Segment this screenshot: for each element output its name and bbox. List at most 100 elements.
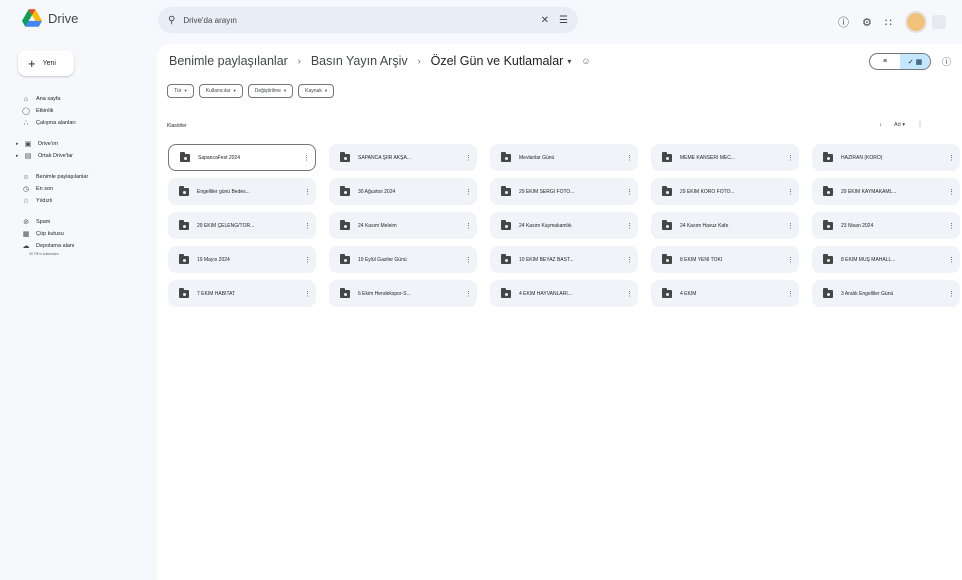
more-actions-icon[interactable]: ⋮ <box>465 256 472 264</box>
folder-item[interactable]: SAPANCA ŞİİR AKŞA... ⋮ <box>329 144 477 171</box>
folder-item[interactable]: 4 EKİM HAYVANLARI... ⋮ <box>490 280 638 307</box>
sort-direction-icon[interactable]: ↓ <box>879 122 882 128</box>
chevron-down-icon: ▾ <box>184 88 187 93</box>
dropdown-arrow-icon[interactable]: ▾ <box>567 57 571 66</box>
folder-item[interactable]: 6 Ekim Hendekspor-S... ⋮ <box>329 280 477 307</box>
sidebar-item-shared-with-me[interactable]: ☺ Benimle paylaşılanlar <box>22 171 88 183</box>
search-input[interactable]: Drive'da arayın <box>183 16 540 25</box>
new-button[interactable]: + Yeni <box>18 50 74 76</box>
more-options-icon[interactable]: ⋮ <box>917 121 923 128</box>
settings-icon[interactable]: ⚙ <box>862 16 872 29</box>
more-actions-icon[interactable]: ⋮ <box>787 154 794 162</box>
more-actions-icon[interactable]: ⋮ <box>304 222 311 230</box>
sidebar-item-storage[interactable]: ☁ Depolama alanı <box>22 240 75 252</box>
sidebar-item-label: Çöp kutusu <box>36 231 64 237</box>
breadcrumb-current[interactable]: Özel Gün ve Kutlamalar <box>431 54 564 68</box>
more-actions-icon[interactable]: ⋮ <box>948 256 955 264</box>
folder-item[interactable]: 29 EKİM KAYMAKAML... ⋮ <box>812 178 960 205</box>
more-actions-icon[interactable]: ⋮ <box>626 290 633 298</box>
folder-item[interactable]: 29 EKİM SERGİ FOTO... ⋮ <box>490 178 638 205</box>
more-actions-icon[interactable]: ⋮ <box>304 290 311 298</box>
more-actions-icon[interactable]: ⋮ <box>626 256 633 264</box>
shared-with-me-icon: ☺ <box>22 173 30 181</box>
shared-drives-icon: ▤ <box>24 153 32 160</box>
list-view-icon[interactable]: ≡ <box>870 54 900 69</box>
shared-folder-icon <box>179 185 189 196</box>
sidebar-item-trash[interactable]: ▦ Çöp kutusu <box>22 228 64 240</box>
more-actions-icon[interactable]: ⋮ <box>787 290 794 298</box>
more-actions-icon[interactable]: ⋮ <box>465 154 472 162</box>
more-actions-icon[interactable]: ⋮ <box>948 222 955 230</box>
expand-caret-icon[interactable]: ▸ <box>16 141 20 147</box>
more-actions-icon[interactable]: ⋮ <box>304 256 311 264</box>
folder-item[interactable]: 30 Ağustos 2024 ⋮ <box>329 178 477 205</box>
sidebar-item-recent[interactable]: ◷ En son <box>22 183 53 195</box>
more-actions-icon[interactable]: ⋮ <box>626 188 633 196</box>
search-options-icon[interactable]: ☰ <box>559 15 568 26</box>
folder-item[interactable]: 24 Kasım Havuz Kafe ⋮ <box>651 212 799 239</box>
folder-item[interactable]: 23 Nisan 2024 ⋮ <box>812 212 960 239</box>
more-actions-icon[interactable]: ⋮ <box>303 154 310 162</box>
sidebar-item-my-drive[interactable]: ▸ ▣ Drive'ım <box>16 138 58 150</box>
filter-type[interactable]: Tür ▾ <box>167 84 194 98</box>
folder-item[interactable]: 19 Mayıs 2024 ⋮ <box>168 246 316 273</box>
grid-view-icon[interactable]: ✓ ▦ <box>900 54 930 69</box>
more-actions-icon[interactable]: ⋮ <box>465 290 472 298</box>
search-bar[interactable]: ⚲ Drive'da arayın ✕ ☰ <box>158 7 578 33</box>
sidebar-item-starred[interactable]: ☆ Yıldızlı <box>22 195 53 207</box>
folder-item[interactable]: 24 Kasım Meleim ⋮ <box>329 212 477 239</box>
folder-item[interactable]: Mevlanlar Günü ⋮ <box>490 144 638 171</box>
avatar[interactable] <box>904 11 927 33</box>
shared-folder-icon <box>662 253 672 264</box>
more-actions-icon[interactable]: ⋮ <box>948 290 955 298</box>
folder-item[interactable]: 24 Kasım Kaymakamlık ⋮ <box>490 212 638 239</box>
drive-logo[interactable]: Drive <box>22 9 78 27</box>
folder-name: Engelliler günü Bedes... <box>197 188 250 195</box>
folder-item[interactable]: 3 Aralık Engelliler Günü ⋮ <box>812 280 960 307</box>
folder-item[interactable]: 29 EKİM ÇELENG/TÖR... ⋮ <box>168 212 316 239</box>
chevron-right-icon: › <box>297 56 301 66</box>
sidebar-item-workspaces[interactable]: ∴ Çalışma alanları <box>22 117 76 129</box>
folder-name: 29 EKİM KAYMAKAML... <box>841 188 897 195</box>
folder-item[interactable]: 29 EKİM KORO FOTO... ⋮ <box>651 178 799 205</box>
apps-icon[interactable]: ∷ <box>885 16 892 29</box>
filter-people[interactable]: Kullanıcılar ▾ <box>198 84 243 98</box>
folder-item[interactable]: 19 Eylül Gaziler Günü ⋮ <box>329 246 477 273</box>
folder-item[interactable]: HAZİRAN (KORO) ⋮ <box>812 144 960 171</box>
sidebar-item-activity[interactable]: ◯ Etkinlik <box>22 105 53 117</box>
sidebar-item-spam[interactable]: ⊘ Spam <box>22 216 50 228</box>
more-actions-icon[interactable]: ⋮ <box>787 188 794 196</box>
folder-item[interactable]: SapancaFest 2024 ⋮ <box>168 144 316 171</box>
sidebar-item-shared-drives[interactable]: ▸ ▤ Ortak Drive'lar <box>16 150 73 162</box>
more-actions-icon[interactable]: ⋮ <box>787 256 794 264</box>
more-actions-icon[interactable]: ⋮ <box>787 222 794 230</box>
folder-item[interactable]: MEME KANSERİ MEC... ⋮ <box>651 144 799 171</box>
sidebar-item-label: Drive'ım <box>38 141 58 147</box>
more-actions-icon[interactable]: ⋮ <box>626 154 633 162</box>
folder-item[interactable]: 7 EKİM HABİTAT ⋮ <box>168 280 316 307</box>
filter-source[interactable]: Kaynak ▾ <box>298 84 335 98</box>
folder-item[interactable]: 4 EKİM ⋮ <box>651 280 799 307</box>
more-actions-icon[interactable]: ⋮ <box>626 222 633 230</box>
more-actions-icon[interactable]: ⋮ <box>948 188 955 196</box>
expand-caret-icon[interactable]: ▸ <box>16 153 20 159</box>
folder-name: 19 Eylül Gaziler Günü <box>358 256 407 263</box>
filter-modified[interactable]: Değiştirilme ▾ <box>247 84 294 98</box>
folder-item[interactable]: 8 EKİM MUŞ MAHALL... ⋮ <box>812 246 960 273</box>
breadcrumb-item[interactable]: Benimle paylaşılanlar <box>169 54 288 68</box>
breadcrumb-item[interactable]: Basın Yayın Arşiv <box>311 54 408 68</box>
folder-item[interactable]: Engelliler günü Bedes... ⋮ <box>168 178 316 205</box>
more-actions-icon[interactable]: ⋮ <box>465 222 472 230</box>
help-icon[interactable]: ⓘ <box>838 14 849 30</box>
my-drive-icon: ▣ <box>24 141 32 148</box>
folder-item[interactable]: 8 EKİM YENİ TOKİ ⋮ <box>651 246 799 273</box>
info-icon[interactable]: ⓘ <box>942 55 951 68</box>
sidebar-item-home[interactable]: ⌂ Ana sayfa <box>22 93 61 105</box>
more-actions-icon[interactable]: ⋮ <box>304 188 311 196</box>
search-icon[interactable]: ⚲ <box>168 15 175 26</box>
more-actions-icon[interactable]: ⋮ <box>465 188 472 196</box>
folder-item[interactable]: 10 EKİM BEYAZ BAST... ⋮ <box>490 246 638 273</box>
sort-by-dropdown[interactable]: Ad ▾ <box>894 122 905 128</box>
clear-search-icon[interactable]: ✕ <box>541 15 549 26</box>
more-actions-icon[interactable]: ⋮ <box>948 154 955 162</box>
